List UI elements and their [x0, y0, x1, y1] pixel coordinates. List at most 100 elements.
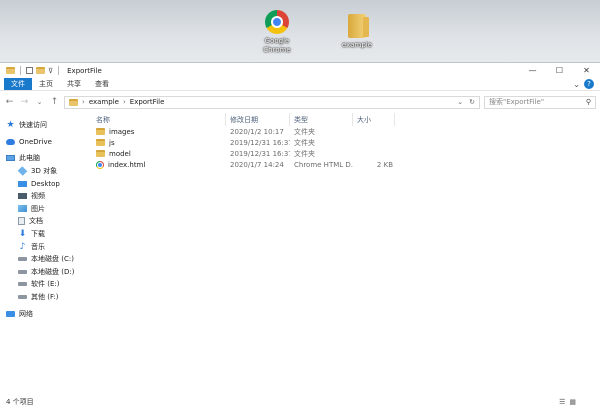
sidebar-item-pictures[interactable]: 图片: [0, 203, 88, 216]
sidebar-item-3d-objects[interactable]: 3D 对象: [0, 165, 88, 178]
title-bar: ⊽ ExportFile — ☐ ✕: [0, 63, 600, 78]
file-name: model: [109, 149, 131, 158]
table-row[interactable]: js 2019/12/31 16:37 文件夹: [88, 137, 600, 148]
large-icons-view-icon[interactable]: ▦: [569, 398, 576, 406]
desktop-icon-label: example: [341, 41, 373, 49]
help-icon[interactable]: ?: [584, 79, 594, 89]
file-list: 名称 修改日期 类型 大小 images 2020/1/2 10:17 文件夹 …: [88, 113, 600, 394]
sidebar-item-label: 其他 (F:): [31, 293, 59, 302]
file-explorer-window: ⊽ ExportFile — ☐ ✕ 文件 主页 共享 查看 ⌄ ? ← → ⌄…: [0, 62, 600, 410]
downloads-icon: ⬇: [18, 229, 27, 240]
breadcrumb-example[interactable]: example: [89, 98, 119, 106]
sidebar-item-label: 视频: [31, 192, 45, 201]
tab-share[interactable]: 共享: [60, 78, 88, 90]
sidebar-item-music[interactable]: ♪ 音乐: [0, 240, 88, 253]
chevron-down-icon[interactable]: ⌄: [457, 98, 463, 106]
file-date: 2020/1/2 10:17: [230, 127, 284, 136]
cloud-icon: [6, 138, 15, 145]
chrome-icon: [96, 160, 104, 169]
customize-toolbar-icon[interactable]: ⊽: [48, 67, 53, 75]
computer-icon: [6, 155, 15, 162]
breadcrumb-exportfile[interactable]: ExportFile: [130, 98, 165, 106]
column-header-type[interactable]: 类型: [290, 113, 353, 126]
ribbon-right: ⌄ ?: [573, 78, 600, 90]
recent-locations-button[interactable]: ⌄: [34, 98, 45, 106]
explorer-body: ★ 快速访问 OneDrive 此电脑 3D 对象 Desktop 视频 图片 文…: [0, 113, 600, 394]
table-row[interactable]: model 2019/12/31 16:37 文件夹: [88, 148, 600, 159]
status-bar: 4 个项目 ☰ ▦: [0, 394, 600, 410]
chevron-right-icon[interactable]: ›: [123, 98, 126, 106]
sidebar-item-label: 下载: [31, 230, 45, 239]
ribbon-tabs: 文件 主页 共享 查看 ⌄ ?: [0, 78, 600, 91]
network-icon: [6, 310, 15, 317]
minimize-button[interactable]: —: [519, 63, 546, 78]
drive-icon: [18, 257, 27, 262]
file-date: 2020/1/7 14:24: [230, 160, 284, 169]
drive-icon: [18, 295, 27, 300]
maximize-button[interactable]: ☐: [546, 63, 573, 78]
sidebar-item-desktop[interactable]: Desktop: [0, 177, 88, 190]
sidebar-item-drive-e[interactable]: 软件 (E:): [0, 278, 88, 291]
refresh-icon[interactable]: ↻: [469, 98, 475, 106]
sidebar-item-drive-f[interactable]: 其他 (F:): [0, 291, 88, 304]
address-bar-actions: ⌄ ↻: [457, 98, 475, 106]
window-title: ExportFile: [67, 66, 102, 75]
search-icon: ⚲: [585, 98, 591, 106]
file-type: 文件夹: [294, 138, 315, 147]
window-controls: — ☐ ✕: [519, 63, 600, 78]
file-name: index.html: [108, 160, 146, 169]
sidebar-item-this-pc[interactable]: 此电脑: [0, 152, 88, 165]
column-header-size[interactable]: 大小: [353, 113, 395, 126]
file-type: 文件夹: [294, 149, 315, 158]
sidebar-item-label: 本地磁盘 (D:): [31, 267, 75, 276]
sidebar-item-onedrive[interactable]: OneDrive: [0, 136, 88, 149]
sidebar-item-documents[interactable]: 文档: [0, 215, 88, 228]
back-button[interactable]: ←: [4, 97, 15, 107]
documents-icon: [18, 217, 25, 226]
tab-view[interactable]: 查看: [88, 78, 116, 90]
sidebar-item-label: 图片: [31, 204, 45, 213]
sidebar-item-drive-c[interactable]: 本地磁盘 (C:): [0, 253, 88, 266]
properties-icon[interactable]: [26, 67, 33, 74]
navigation-bar: ← → ⌄ ↑ › example › ExportFile ⌄ ↻ 搜索"Ex…: [0, 91, 600, 113]
sidebar-item-label: 软件 (E:): [31, 280, 60, 289]
file-name-cell: images: [88, 128, 226, 136]
sidebar-item-drive-d[interactable]: 本地磁盘 (D:): [0, 266, 88, 279]
tab-home[interactable]: 主页: [32, 78, 60, 90]
column-header-date[interactable]: 修改日期: [226, 113, 290, 126]
search-input[interactable]: 搜索"ExportFile" ⚲: [484, 95, 596, 109]
column-header-name[interactable]: 名称: [88, 113, 226, 126]
file-name: js: [109, 138, 115, 147]
file-date: 2019/12/31 16:37: [230, 149, 290, 158]
table-row[interactable]: index.html 2020/1/7 14:24 Chrome HTML D.…: [88, 159, 600, 170]
desktop-icon: [18, 180, 27, 187]
desktop-icon-example[interactable]: example: [335, 10, 379, 50]
forward-button[interactable]: →: [19, 97, 30, 107]
file-name-cell: index.html: [88, 160, 226, 169]
sidebar-item-downloads[interactable]: ⬇ 下载: [0, 228, 88, 241]
up-button[interactable]: ↑: [49, 97, 60, 107]
sidebar-item-quick-access[interactable]: ★ 快速访问: [0, 119, 88, 132]
new-folder-icon[interactable]: [36, 67, 45, 74]
desktop-icon-chrome[interactable]: Google Chrome: [255, 10, 299, 55]
details-view-icon[interactable]: ☰: [559, 398, 565, 406]
tab-file[interactable]: 文件: [4, 78, 32, 90]
chrome-icon: [265, 10, 289, 34]
sidebar-item-videos[interactable]: 视频: [0, 190, 88, 203]
file-type: Chrome HTML D...: [294, 160, 353, 169]
file-name-cell: js: [88, 139, 226, 147]
expand-ribbon-icon[interactable]: ⌄: [573, 80, 580, 89]
sidebar-item-network[interactable]: 网络: [0, 307, 88, 320]
quick-access-toolbar: ⊽: [6, 66, 61, 75]
sidebar-item-label: 本地磁盘 (C:): [31, 255, 74, 264]
address-bar[interactable]: › example › ExportFile ⌄ ↻: [64, 95, 480, 109]
close-button[interactable]: ✕: [573, 63, 600, 78]
drive-icon: [18, 282, 27, 287]
file-size: 2 KB: [376, 160, 393, 169]
desktop: Google Chrome example: [0, 0, 600, 62]
file-type: 文件夹: [294, 127, 315, 136]
sidebar-item-label: Desktop: [31, 179, 60, 188]
desktop-icon-label: Google: [264, 37, 290, 45]
table-row[interactable]: images 2020/1/2 10:17 文件夹: [88, 126, 600, 137]
file-date: 2019/12/31 16:37: [230, 138, 290, 147]
